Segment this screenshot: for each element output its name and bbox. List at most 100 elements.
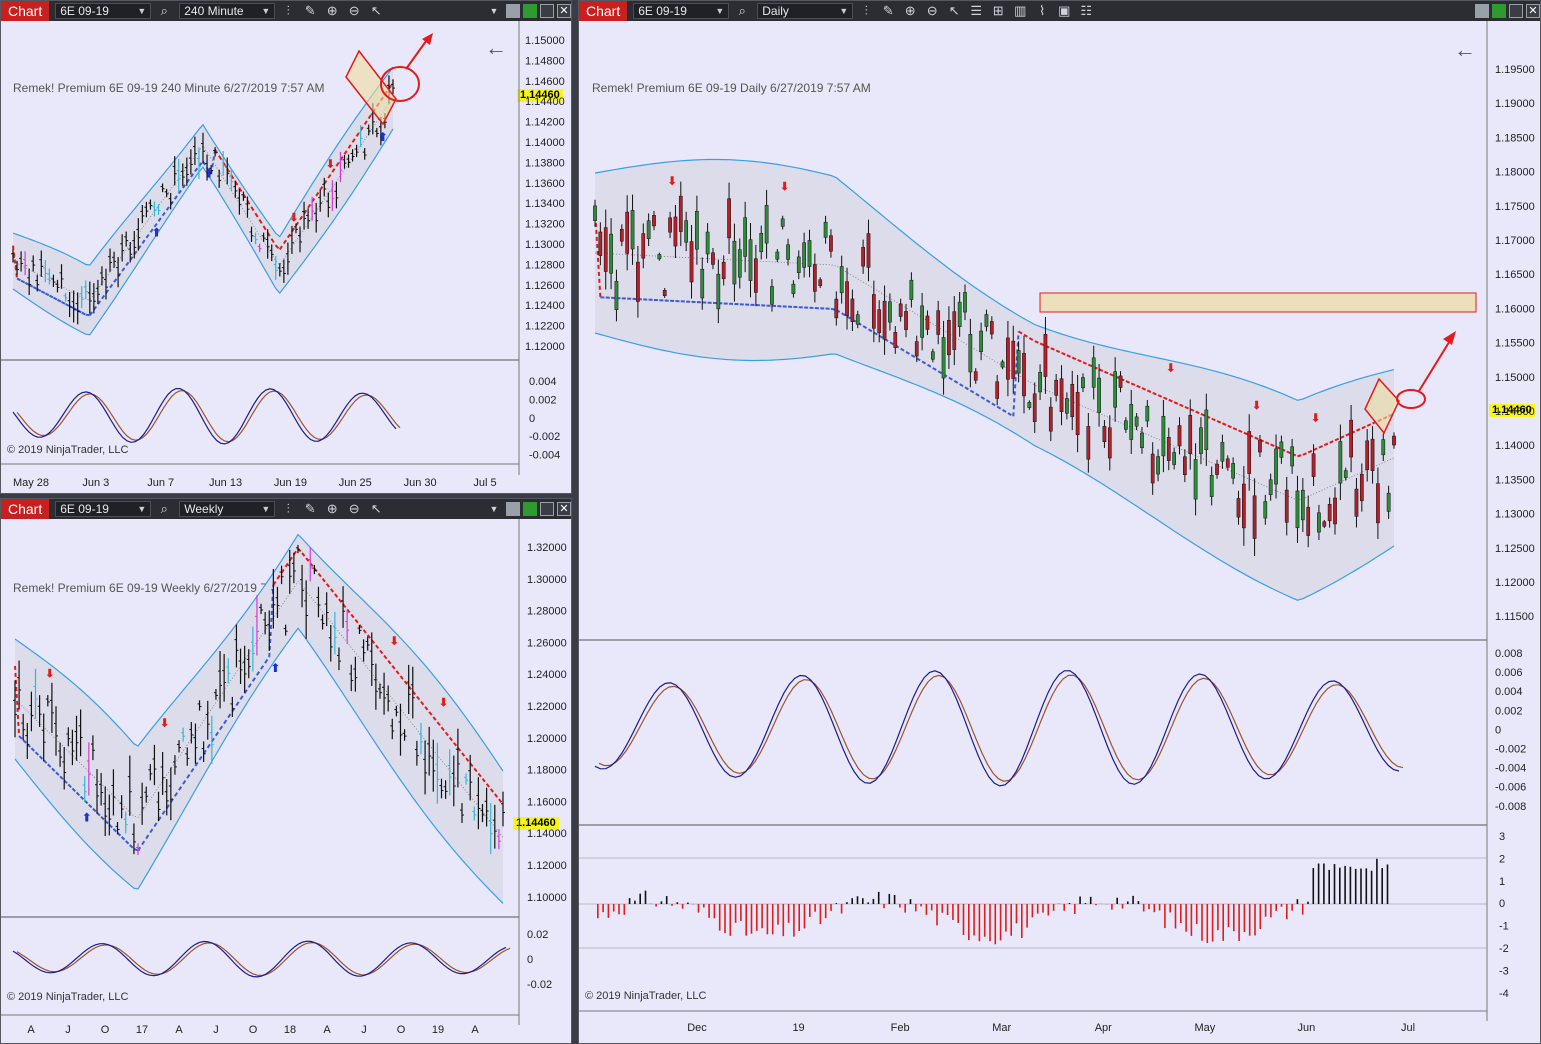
candle-body [882, 300, 887, 340]
window-close-button[interactable]: ✕ [557, 4, 571, 18]
histogram-bar [1328, 869, 1330, 904]
histogram-bar [840, 904, 843, 914]
zoom-in-icon[interactable]: ⊕ [323, 3, 341, 19]
chart-tab[interactable]: Chart [579, 1, 628, 21]
candle-body [759, 233, 764, 253]
histogram-bar [930, 904, 933, 911]
candle-body [1161, 415, 1166, 457]
data-series-icon[interactable]: ⊞ [989, 3, 1007, 19]
candle-body [1376, 483, 1380, 524]
histogram-bar [1031, 904, 1034, 918]
interval-value: 240 Minute [184, 4, 244, 18]
window-close-button[interactable]: ✕ [1526, 4, 1540, 18]
zoom-in-icon[interactable]: ⊕ [901, 3, 919, 19]
histogram-bar [1185, 904, 1187, 932]
chart-tab[interactable]: Chart [1, 1, 50, 21]
price-axis-label: 1.12500 [1495, 543, 1535, 555]
candle-body [1022, 353, 1026, 397]
price-axis-label: 1.20000 [527, 733, 567, 745]
histogram-bar [1180, 904, 1182, 924]
candle-body [1381, 439, 1386, 456]
candle-body [1134, 416, 1139, 427]
candle-body [1172, 452, 1176, 465]
search-icon[interactable]: ⌕ [155, 501, 173, 517]
chevron-down-icon: ▼ [715, 6, 725, 16]
window-maximize-button[interactable] [540, 4, 554, 18]
histogram-bar [1211, 904, 1214, 942]
histogram-bar [973, 904, 975, 936]
oscillator-axis-label: 0 [529, 413, 535, 425]
price-plot[interactable]: 1.19500 1.19000 1.18500 1.18000 1.17500 1.170… [579, 21, 1541, 1044]
histogram-bar [1301, 904, 1304, 915]
time-axis-label: Dec [687, 1022, 707, 1034]
histogram-bar [824, 904, 827, 919]
window-link-button[interactable] [1492, 4, 1506, 18]
search-icon[interactable]: ⌕ [733, 3, 751, 19]
bar-type-icon[interactable]: ⫶ [279, 501, 297, 517]
search-icon[interactable]: ⌕ [155, 3, 173, 19]
candle-body [1059, 378, 1064, 412]
pointer-icon[interactable]: ↖ [367, 501, 385, 517]
zoom-in-icon[interactable]: ⊕ [323, 501, 341, 517]
candle-body [1032, 393, 1037, 422]
chart-toolbar: Chart 6E 09-19 ▼ ⌕ Daily ▼ ⫶ ✎ ⊕ ⊖ ↖ ☰ ⊞ ▥… [579, 1, 1540, 21]
window-link-button[interactable] [523, 4, 537, 18]
pointer-icon[interactable]: ↖ [945, 3, 963, 19]
price-axis-label: 1.16500 [1495, 269, 1535, 281]
histogram-bar [952, 904, 954, 920]
templates-icon[interactable]: ▣ [1055, 3, 1073, 19]
chevron-down-icon[interactable]: ▼ [485, 3, 503, 19]
chart-tab[interactable]: Chart [1, 499, 50, 519]
price-plot[interactable]: 1.32000 1.30000 1.28000 1.26000 1.24000 1.220… [1, 519, 572, 1044]
bar-type-icon[interactable]: ⫶ [279, 3, 297, 19]
strategies-icon[interactable]: ⌇ [1033, 3, 1051, 19]
window-link-button[interactable] [523, 502, 537, 516]
histogram-bar [713, 904, 716, 919]
projection-arrow-annotation [405, 36, 430, 70]
zoom-out-icon[interactable]: ⊖ [345, 3, 363, 19]
time-axis-label: Apr [1095, 1022, 1112, 1034]
properties-icon[interactable]: ☰ [967, 3, 985, 19]
chevron-down-icon[interactable]: ▼ [485, 501, 503, 517]
instrument-selector[interactable]: 6E 09-19 ▼ [55, 3, 152, 19]
histogram-bar [703, 904, 705, 908]
zoom-out-icon[interactable]: ⊖ [923, 3, 941, 19]
window-minimize-button[interactable] [506, 502, 520, 516]
interval-selector[interactable]: Weekly ▼ [179, 501, 276, 517]
indicators-icon[interactable]: ▥ [1011, 3, 1029, 19]
window-minimize-button[interactable] [506, 4, 520, 18]
pencil-icon[interactable]: ✎ [879, 3, 897, 19]
histogram-axis-label: 0 [1499, 898, 1505, 910]
histogram-bar [989, 904, 991, 942]
window-maximize-button[interactable] [1509, 4, 1523, 18]
signal-down-arrow-icon: ⬇ [325, 157, 335, 171]
time-axis-label: Jul 5 [473, 477, 496, 489]
interval-selector[interactable]: 240 Minute ▼ [179, 3, 276, 19]
price-plot[interactable]: 1.15000 1.14800 1.14600 1.14400 1.14200 1.140… [1, 21, 572, 494]
candle-body [1343, 470, 1348, 478]
candle-body [609, 233, 613, 274]
candle-body [1188, 414, 1193, 455]
candle-body [1118, 375, 1123, 388]
histogram-bar [1307, 901, 1309, 904]
histogram-bar [994, 904, 997, 945]
instrument-selector[interactable]: 6E 09-19 ▼ [55, 501, 152, 517]
bar-type-icon[interactable]: ⫶ [857, 3, 875, 19]
price-axis-label: 1.17000 [1495, 235, 1535, 247]
histogram-bar [1280, 904, 1283, 907]
price-axis-label: 1.16000 [1495, 303, 1535, 315]
window-minimize-button[interactable] [1475, 4, 1489, 18]
window-close-button[interactable]: ✕ [557, 502, 571, 516]
pencil-icon[interactable]: ✎ [301, 501, 319, 517]
zoom-out-icon[interactable]: ⊖ [345, 501, 363, 517]
candle-body [1183, 456, 1187, 475]
interval-selector[interactable]: Daily ▼ [757, 3, 854, 19]
pencil-icon[interactable]: ✎ [301, 3, 319, 19]
signal-up-arrow-icon: ⬆ [204, 167, 214, 181]
histogram-bar [756, 904, 758, 931]
histogram-axis-label: -1 [1499, 921, 1509, 933]
pointer-icon[interactable]: ↖ [367, 3, 385, 19]
instrument-selector[interactable]: 6E 09-19 ▼ [633, 3, 730, 19]
window-layout-icon[interactable]: ☷ [1077, 3, 1095, 19]
window-maximize-button[interactable] [540, 502, 554, 516]
